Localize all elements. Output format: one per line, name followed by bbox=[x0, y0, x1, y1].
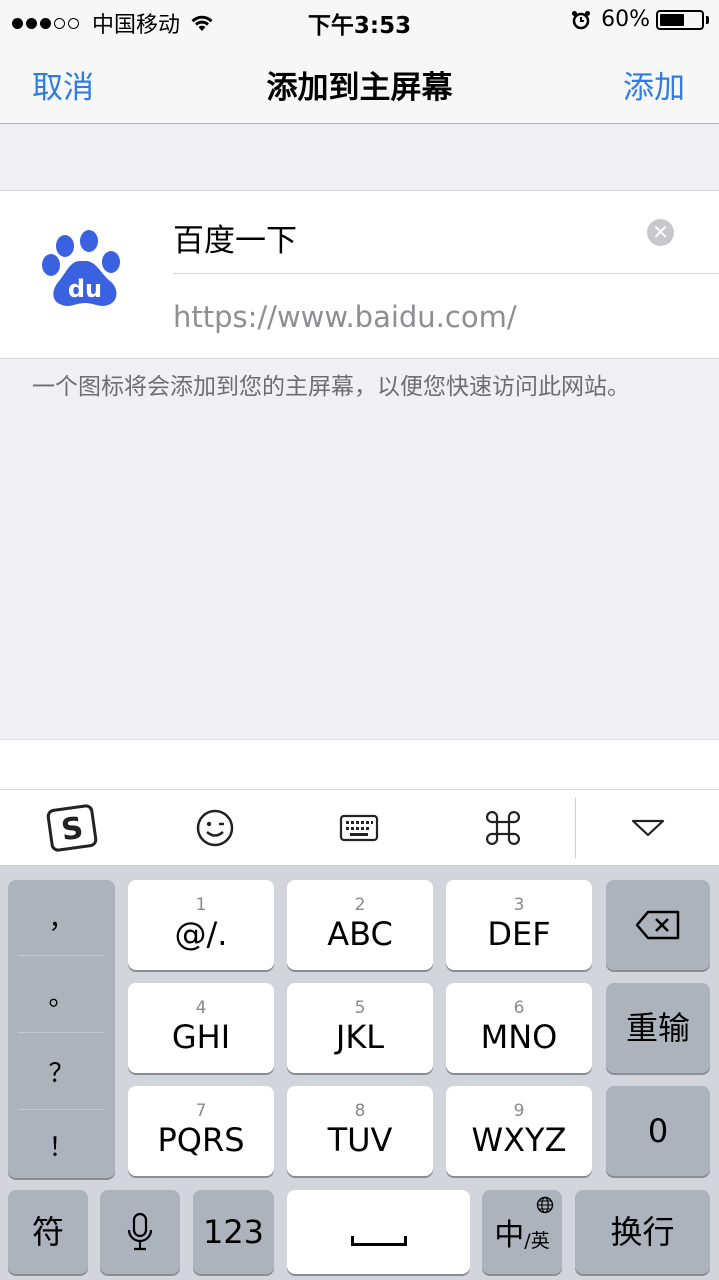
microphone-key[interactable] bbox=[100, 1190, 180, 1274]
space-key[interactable] bbox=[287, 1190, 470, 1274]
key-label: 0 bbox=[647, 1112, 669, 1150]
key-label: DEF bbox=[487, 915, 551, 953]
input-accessory-area bbox=[0, 739, 719, 789]
key-number: 4 bbox=[195, 998, 207, 1018]
url-text: https://www.baidu.com/ bbox=[173, 300, 517, 334]
language-switch-key[interactable]: 中/英 bbox=[482, 1190, 562, 1274]
key-label: ABC bbox=[327, 915, 393, 953]
key-label: TUV bbox=[327, 1121, 393, 1159]
navigation-bar: 取消 添加到主屏幕 添加 bbox=[0, 40, 719, 124]
key-label: @/. bbox=[174, 915, 228, 953]
lang-sub: /英 bbox=[524, 1229, 550, 1252]
title-input-value[interactable]: 百度一下 bbox=[173, 215, 297, 260]
key-label: JKL bbox=[335, 1018, 385, 1056]
page-title: 添加到主屏幕 bbox=[266, 70, 453, 106]
key-label: WXYZ bbox=[471, 1121, 567, 1159]
key-2[interactable]: 2 ABC bbox=[287, 880, 433, 970]
retype-button[interactable]: 重输 bbox=[606, 983, 710, 1073]
key-3[interactable]: 3 DEF bbox=[446, 880, 592, 970]
key-number: 9 bbox=[513, 1101, 525, 1121]
hint-text: 一个图标将会添加到您的主屏幕，以便您快速访问此网站。 bbox=[32, 374, 630, 400]
key-number: 5 bbox=[354, 998, 366, 1018]
add-to-home-card: du 百度一下 ✕ https://www.baidu.com/ bbox=[0, 190, 719, 359]
key-5[interactable]: 5 JKL bbox=[287, 983, 433, 1073]
key-6[interactable]: 6 MNO bbox=[446, 983, 592, 1073]
space-icon bbox=[350, 1236, 407, 1246]
status-bar: 中国移动 下午3:53 60% bbox=[0, 0, 719, 40]
add-button[interactable]: 添加 bbox=[623, 62, 685, 107]
clear-text-button[interactable]: ✕ bbox=[647, 219, 674, 246]
backspace-icon bbox=[635, 910, 680, 940]
key-label: PQRS bbox=[157, 1121, 245, 1159]
command-icon[interactable] bbox=[453, 790, 553, 866]
toolbar-divider bbox=[575, 798, 576, 858]
punct-key-comma[interactable]: ， bbox=[8, 880, 115, 954]
keyboard-toolbar: S bbox=[0, 789, 719, 866]
numeric-key[interactable]: 123 bbox=[193, 1190, 274, 1274]
key-7[interactable]: 7 PQRS bbox=[128, 1086, 274, 1176]
key-number: 3 bbox=[513, 895, 525, 915]
symbol-key[interactable]: 符 bbox=[8, 1190, 88, 1274]
emoji-icon[interactable] bbox=[165, 790, 265, 866]
title-field[interactable]: 百度一下 ✕ bbox=[173, 191, 719, 274]
keyboard: ， 。 ？ ！ 1 @/. 2 ABC 3 DEF 4 GHI 5 JKL 6 … bbox=[0, 866, 719, 1280]
key-label: MNO bbox=[480, 1018, 558, 1056]
key-label: 符 bbox=[31, 1213, 64, 1251]
punctuation-column: ， 。 ？ ！ bbox=[8, 880, 115, 1178]
baidu-paw-icon: du bbox=[42, 230, 120, 306]
return-key[interactable]: 换行 bbox=[575, 1190, 710, 1274]
keyboard-icon[interactable] bbox=[309, 790, 409, 866]
globe-icon bbox=[536, 1196, 554, 1214]
key-8[interactable]: 8 TUV bbox=[287, 1086, 433, 1176]
microphone-icon bbox=[127, 1212, 153, 1251]
sogou-logo-icon[interactable]: S bbox=[22, 790, 122, 866]
key-1[interactable]: 1 @/. bbox=[128, 880, 274, 970]
punct-key-question[interactable]: ？ bbox=[8, 1034, 115, 1108]
key-number: 2 bbox=[354, 895, 366, 915]
key-label: GHI bbox=[171, 1018, 231, 1056]
key-label: 重输 bbox=[625, 1009, 690, 1047]
key-label: 123 bbox=[202, 1213, 265, 1251]
key-9[interactable]: 9 WXYZ bbox=[446, 1086, 592, 1176]
key-number: 8 bbox=[354, 1101, 366, 1121]
punct-key-period[interactable]: 。 bbox=[8, 957, 115, 1031]
collapse-triangle-icon[interactable] bbox=[598, 790, 698, 866]
key-number: 7 bbox=[195, 1101, 207, 1121]
key-label: 换行 bbox=[610, 1213, 675, 1251]
key-number: 1 bbox=[195, 895, 207, 915]
baidu-du-text: du bbox=[68, 275, 102, 303]
alarm-icon bbox=[572, 10, 591, 29]
lang-main: 中 bbox=[494, 1218, 525, 1253]
punct-key-exclaim[interactable]: ！ bbox=[8, 1108, 115, 1182]
delete-button[interactable] bbox=[606, 880, 710, 970]
key-0[interactable]: 0 bbox=[606, 1086, 710, 1176]
key-4[interactable]: 4 GHI bbox=[128, 983, 274, 1073]
battery-icon bbox=[656, 9, 704, 30]
key-number: 6 bbox=[513, 998, 525, 1018]
status-right: 60% bbox=[571, 7, 709, 32]
battery-percent: 60% bbox=[601, 7, 650, 32]
